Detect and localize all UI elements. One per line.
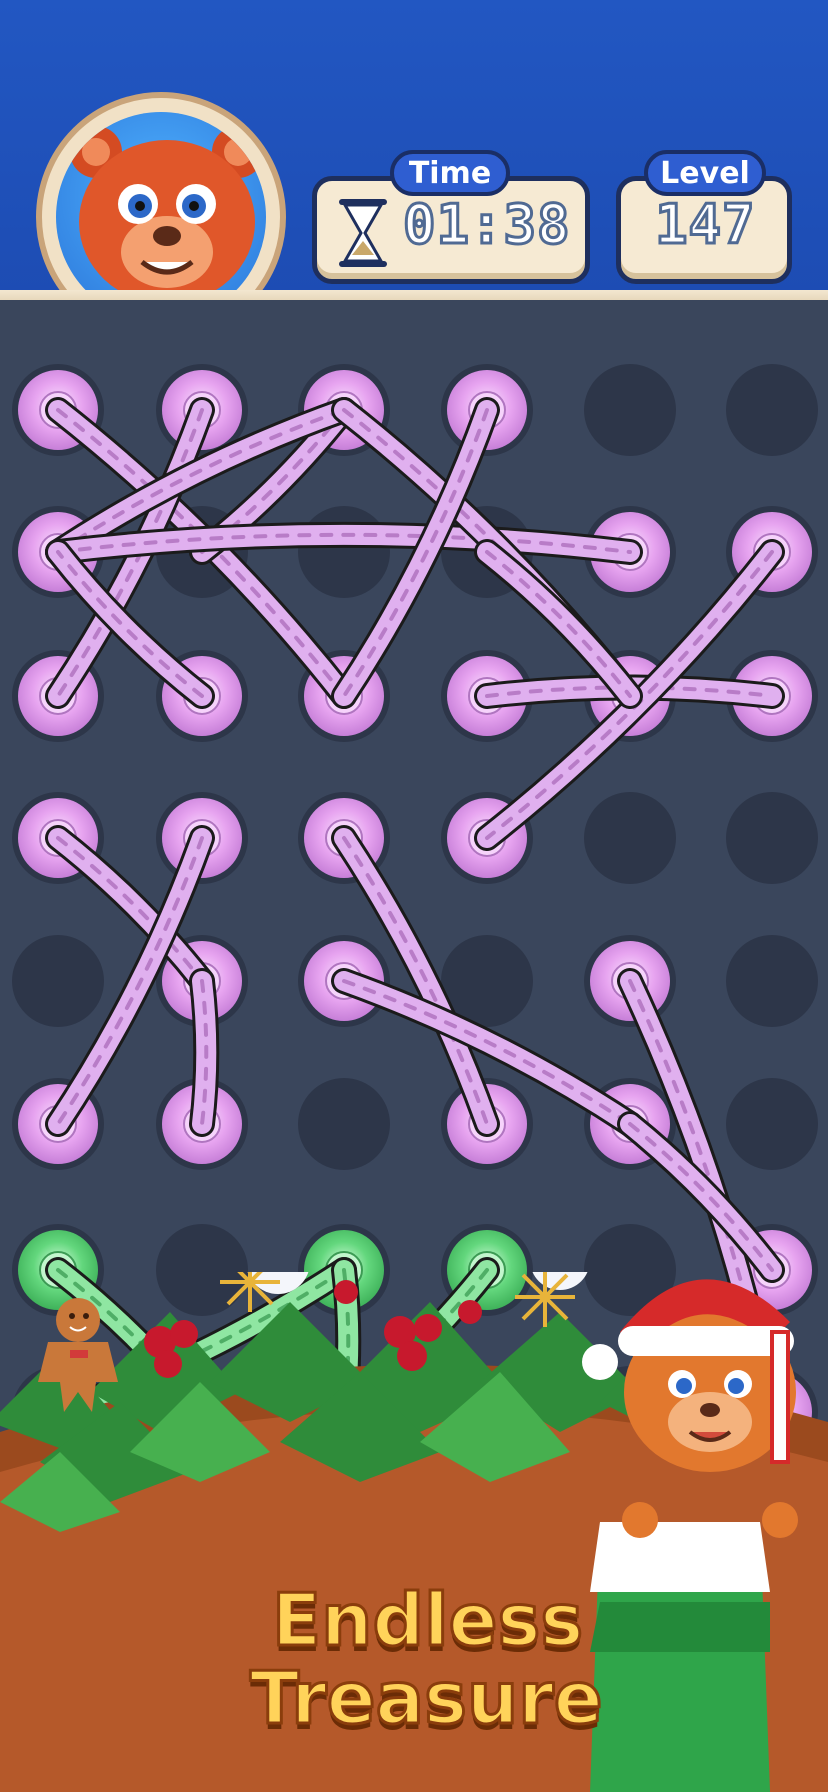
empty-peg-hole[interactable] <box>298 1078 390 1170</box>
banner-title-line2: Treasure <box>249 1655 605 1742</box>
empty-peg-hole[interactable] <box>298 506 390 598</box>
empty-peg-hole[interactable] <box>726 792 818 884</box>
empty-peg-hole[interactable] <box>12 935 104 1027</box>
pink-rope[interactable] <box>189 968 220 1137</box>
empty-peg-hole[interactable] <box>584 364 676 456</box>
empty-peg-hole[interactable] <box>726 935 818 1027</box>
empty-peg-hole[interactable] <box>584 792 676 884</box>
empty-peg-hole[interactable] <box>726 364 818 456</box>
empty-peg-hole[interactable] <box>726 1078 818 1170</box>
banner-title-line1: Endless <box>270 1577 584 1664</box>
